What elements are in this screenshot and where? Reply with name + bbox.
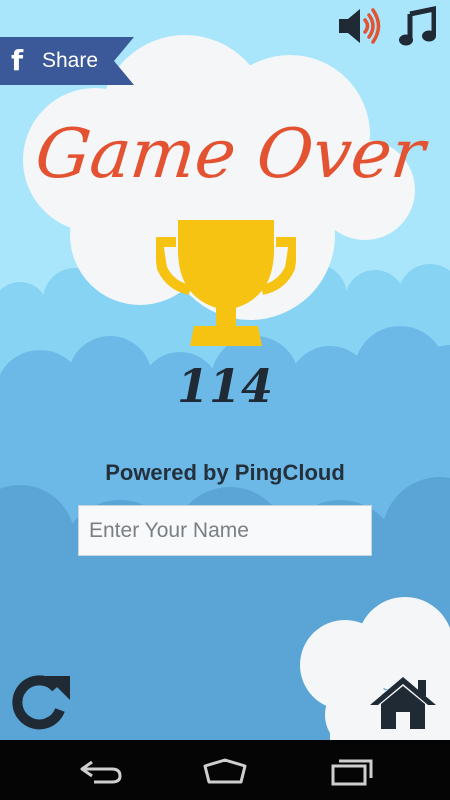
powered-by-text: Powered by PingCloud — [105, 460, 345, 485]
facebook-icon: f — [11, 44, 24, 77]
music-note-icon[interactable] — [398, 6, 436, 48]
nav-home-icon[interactable] — [201, 758, 249, 784]
facebook-share-button[interactable]: f Share — [0, 37, 134, 85]
home-icon[interactable] — [368, 674, 438, 730]
recent-apps-icon[interactable] — [329, 756, 375, 786]
trophy-icon — [156, 220, 296, 346]
back-icon[interactable] — [78, 756, 124, 786]
player-name-input[interactable] — [78, 505, 372, 556]
score-value: 114 — [176, 359, 274, 413]
game-over-title: Game Over — [31, 115, 429, 194]
speaker-volume-icon[interactable] — [336, 6, 384, 46]
share-label: Share — [42, 49, 99, 72]
replay-icon[interactable] — [10, 672, 72, 730]
